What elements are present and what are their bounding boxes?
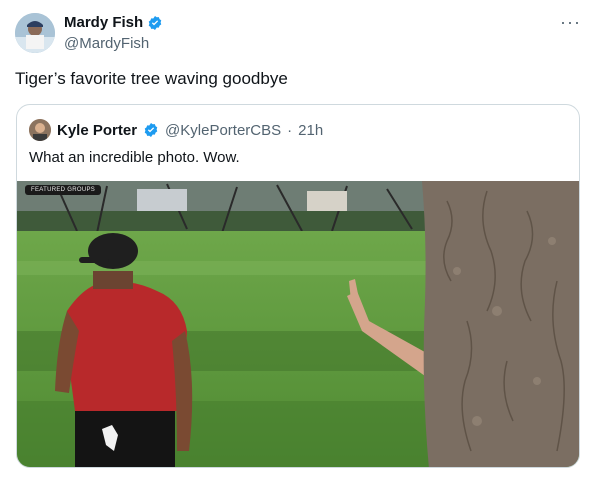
author-name-row[interactable]: Mardy Fish	[64, 14, 163, 31]
quoted-tweet-text: What an incredible photo. Wow.	[29, 149, 240, 166]
verified-badge-icon	[148, 15, 162, 30]
author-name[interactable]: Mardy Fish	[64, 14, 143, 31]
quoted-author-handle[interactable]: @KylePorterCBS	[165, 122, 281, 139]
more-icon[interactable]: ···	[560, 12, 581, 33]
author-handle[interactable]: @MardyFish	[64, 35, 149, 52]
author-avatar[interactable]	[15, 13, 55, 53]
featured-groups-badge: FEATURED GROUPS	[25, 185, 102, 195]
quoted-tweet-time[interactable]: 21h	[298, 122, 323, 139]
quoted-tweet-photo[interactable]: FEATURED GROUPS	[17, 181, 579, 467]
quoted-tweet-header: Kyle Porter @KylePorterCBS · 21h	[29, 119, 323, 141]
meta-separator: ·	[287, 121, 293, 139]
verified-badge-icon	[144, 123, 158, 137]
quoted-author-avatar[interactable]	[29, 119, 51, 141]
tweet-text: Tiger’s favorite tree waving goodbye	[15, 69, 288, 88]
quoted-tweet[interactable]: Kyle Porter @KylePorterCBS · 21h What an…	[16, 104, 580, 468]
quoted-author-name[interactable]: Kyle Porter	[57, 122, 137, 139]
